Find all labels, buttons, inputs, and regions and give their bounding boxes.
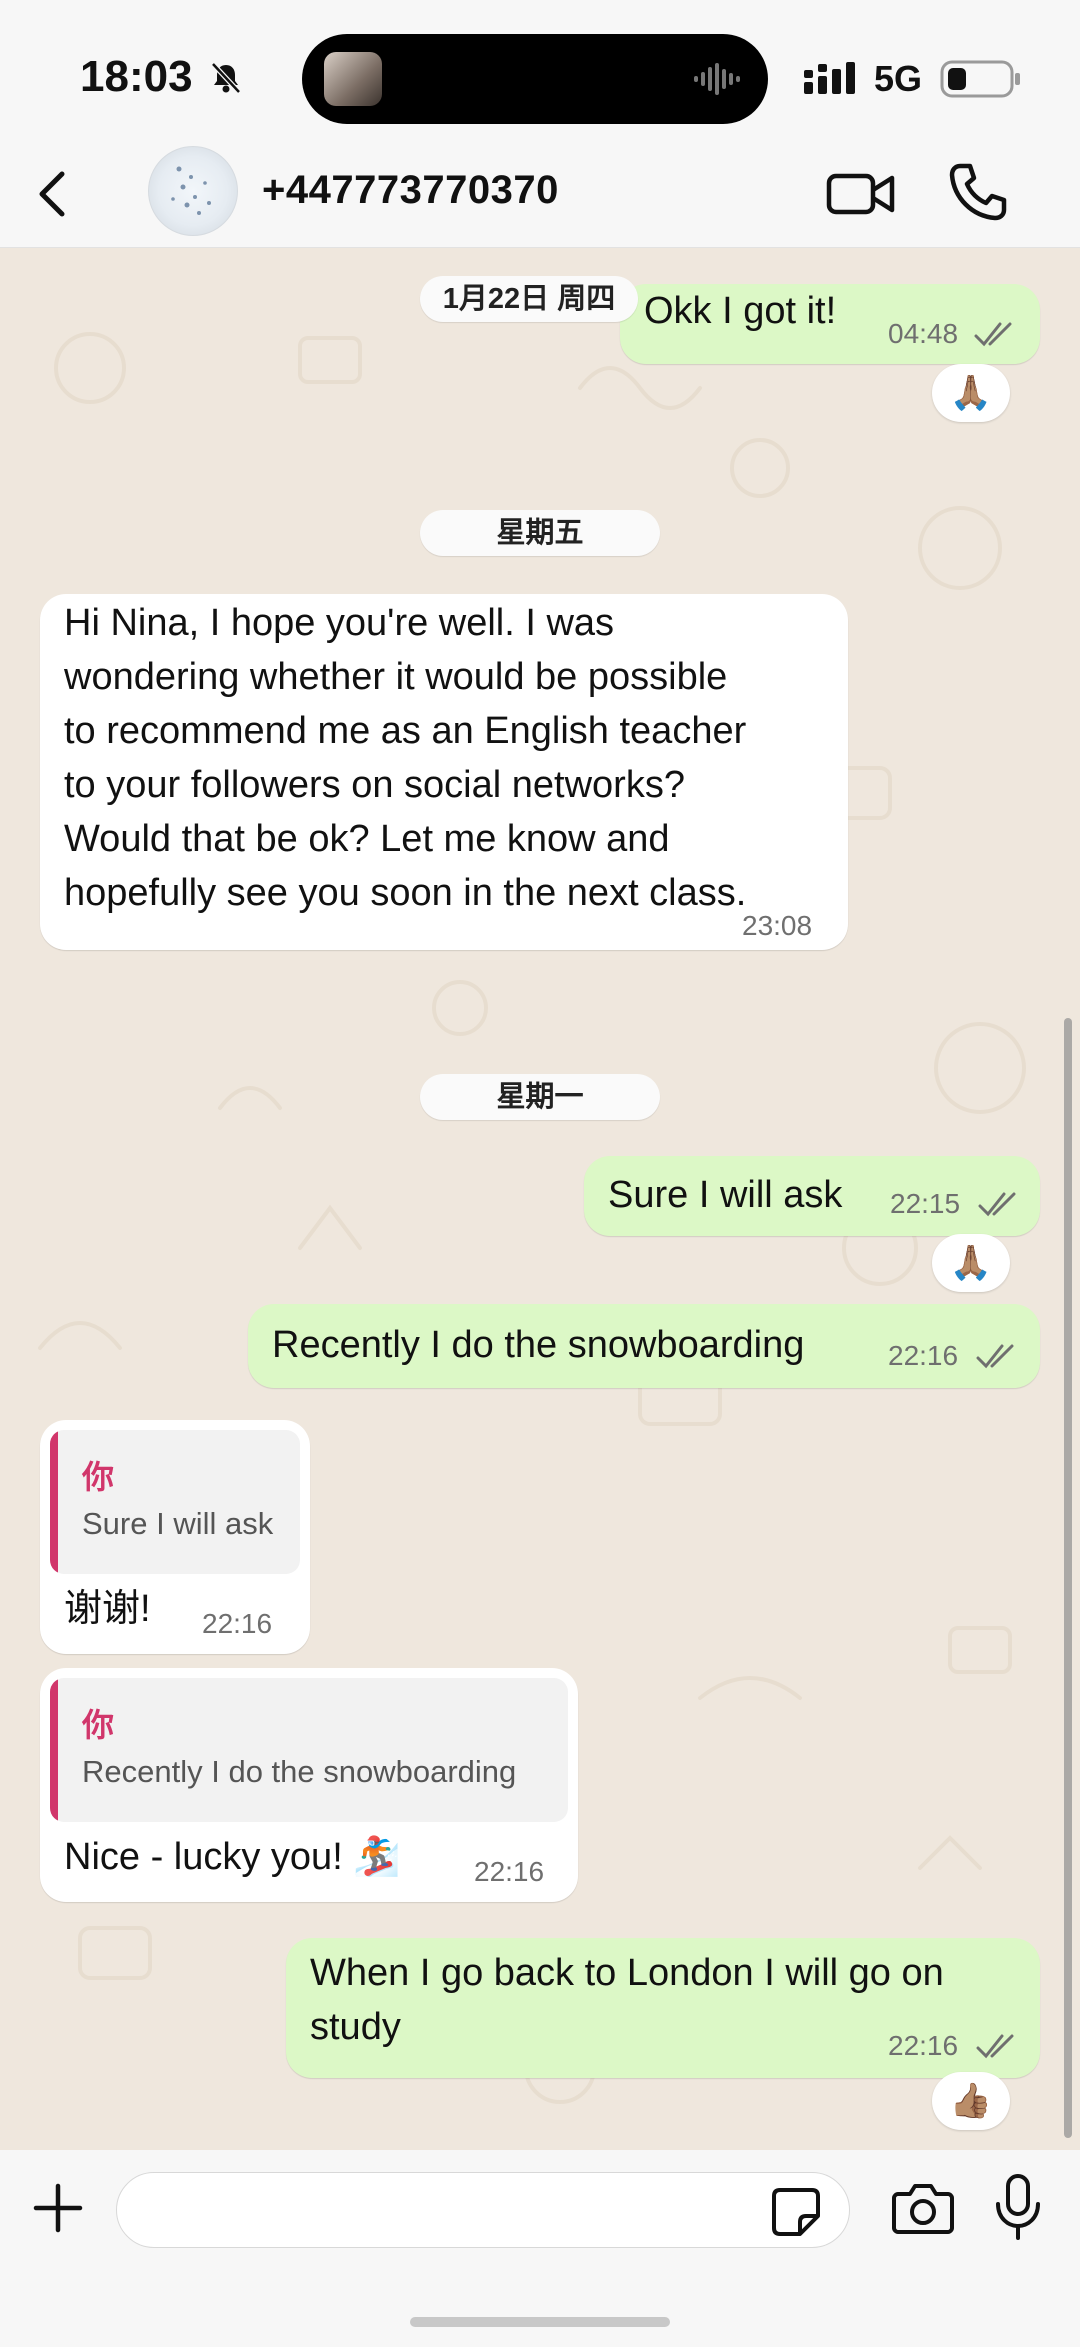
- message-time: 04:48: [888, 318, 959, 349]
- phone-call-icon[interactable]: [946, 160, 1010, 224]
- message-bubble-outgoing[interactable]: Sure I will ask 22:15: [584, 1156, 1040, 1236]
- back-chevron-icon[interactable]: [26, 166, 82, 222]
- message-time: 22:15: [890, 1188, 961, 1219]
- message-bubble-outgoing[interactable]: Recently I do the snowboarding 22:16: [248, 1304, 1040, 1388]
- sticker-icon[interactable]: [770, 2186, 822, 2238]
- plus-icon[interactable]: [30, 2180, 86, 2236]
- quote-author: 你: [82, 1707, 115, 1743]
- read-receipt-icon: [976, 2034, 1014, 2059]
- microphone-icon[interactable]: [994, 2174, 1042, 2240]
- input-bar: [0, 2150, 1080, 2347]
- message-text: Nice - lucky you! 🏂: [64, 1836, 401, 1878]
- bell-muted-icon: [211, 62, 241, 94]
- date-separator: 星期五: [420, 510, 660, 556]
- message-line: Would that be ok? Let me know and: [64, 818, 670, 860]
- now-playing-thumbnail: [324, 52, 382, 106]
- camera-icon[interactable]: [892, 2180, 954, 2236]
- message-time: 22:16: [202, 1608, 273, 1639]
- scrollbar[interactable]: [1064, 1018, 1072, 2138]
- message-line: to your followers on social networks?: [64, 764, 685, 806]
- message-bubble-incoming[interactable]: 你 Sure I will ask 谢谢! 22:16: [40, 1420, 310, 1654]
- battery-icon: [940, 60, 1020, 98]
- message-bubble-incoming[interactable]: 你 Recently I do the snowboarding Nice - …: [40, 1668, 578, 1902]
- read-receipt-icon: [978, 1192, 1016, 1217]
- message-text: Recently I do the snowboarding: [272, 1324, 805, 1366]
- message-text: 谢谢!: [64, 1588, 151, 1630]
- quote-accent-bar: [50, 1678, 58, 1822]
- message-text: Okk I got it!: [644, 290, 837, 332]
- message-time: 23:08: [742, 910, 813, 941]
- message-bubble-outgoing[interactable]: When I go back to London I will go on st…: [286, 1938, 1040, 2078]
- quote-accent-bar: [50, 1430, 58, 1574]
- reply-quote[interactable]: 你 Sure I will ask: [50, 1430, 300, 1574]
- message-line: study: [310, 2006, 401, 2048]
- read-receipt-icon: [976, 1344, 1014, 1369]
- message-text: Sure I will ask: [608, 1174, 843, 1216]
- message-line: Hi Nina, I hope you're well. I was: [64, 602, 615, 644]
- chat-area[interactable]: Okk I got it! 04:48 1月22日 周四 🙏🏽 星期五 Hi N…: [0, 248, 1080, 2150]
- reaction-badge[interactable]: 🙏🏽: [932, 1234, 1010, 1292]
- quote-text: Recently I do the snowboarding: [82, 1754, 517, 1789]
- signal-icon: [804, 62, 855, 94]
- message-time: 22:16: [474, 1856, 545, 1887]
- dynamic-island[interactable]: [302, 34, 768, 124]
- message-input[interactable]: [116, 2172, 850, 2248]
- date-separator: 星期一: [420, 1074, 660, 1120]
- reply-quote[interactable]: 你 Recently I do the snowboarding: [50, 1678, 568, 1822]
- status-bar: 18:03 5G: [0, 0, 1080, 140]
- message-line: to recommend me as an English teacher: [64, 710, 747, 752]
- status-time: 18:03: [80, 52, 193, 101]
- reaction-badge[interactable]: 🙏🏽: [932, 364, 1010, 422]
- avatar-pattern-icon: [171, 166, 211, 215]
- contact-name[interactable]: +447773770370: [262, 168, 559, 213]
- date-separator: 1月22日 周四: [420, 276, 638, 322]
- message-line: wondering whether it would be possible: [64, 656, 728, 698]
- avatar[interactable]: [148, 146, 238, 236]
- reaction-badge[interactable]: 👍🏽: [932, 2072, 1010, 2130]
- home-indicator[interactable]: [410, 2317, 670, 2327]
- chat-header: +447773770370: [0, 140, 1080, 248]
- message-bubble-outgoing[interactable]: Okk I got it! 04:48: [620, 284, 1040, 364]
- message-bubble-incoming[interactable]: Hi Nina, I hope you're well. I was wonde…: [40, 594, 848, 950]
- message-time: 22:16: [888, 2030, 959, 2061]
- network-type: 5G: [874, 58, 923, 99]
- video-call-icon[interactable]: [826, 164, 896, 224]
- quote-text: Sure I will ask: [82, 1506, 274, 1541]
- quote-author: 你: [82, 1459, 115, 1495]
- message-line: hopefully see you soon in the next class…: [64, 872, 747, 914]
- audio-wave-icon: [694, 63, 740, 95]
- read-receipt-icon: [974, 322, 1012, 347]
- message-line: When I go back to London I will go on: [310, 1952, 944, 1994]
- message-time: 22:16: [888, 1340, 959, 1371]
